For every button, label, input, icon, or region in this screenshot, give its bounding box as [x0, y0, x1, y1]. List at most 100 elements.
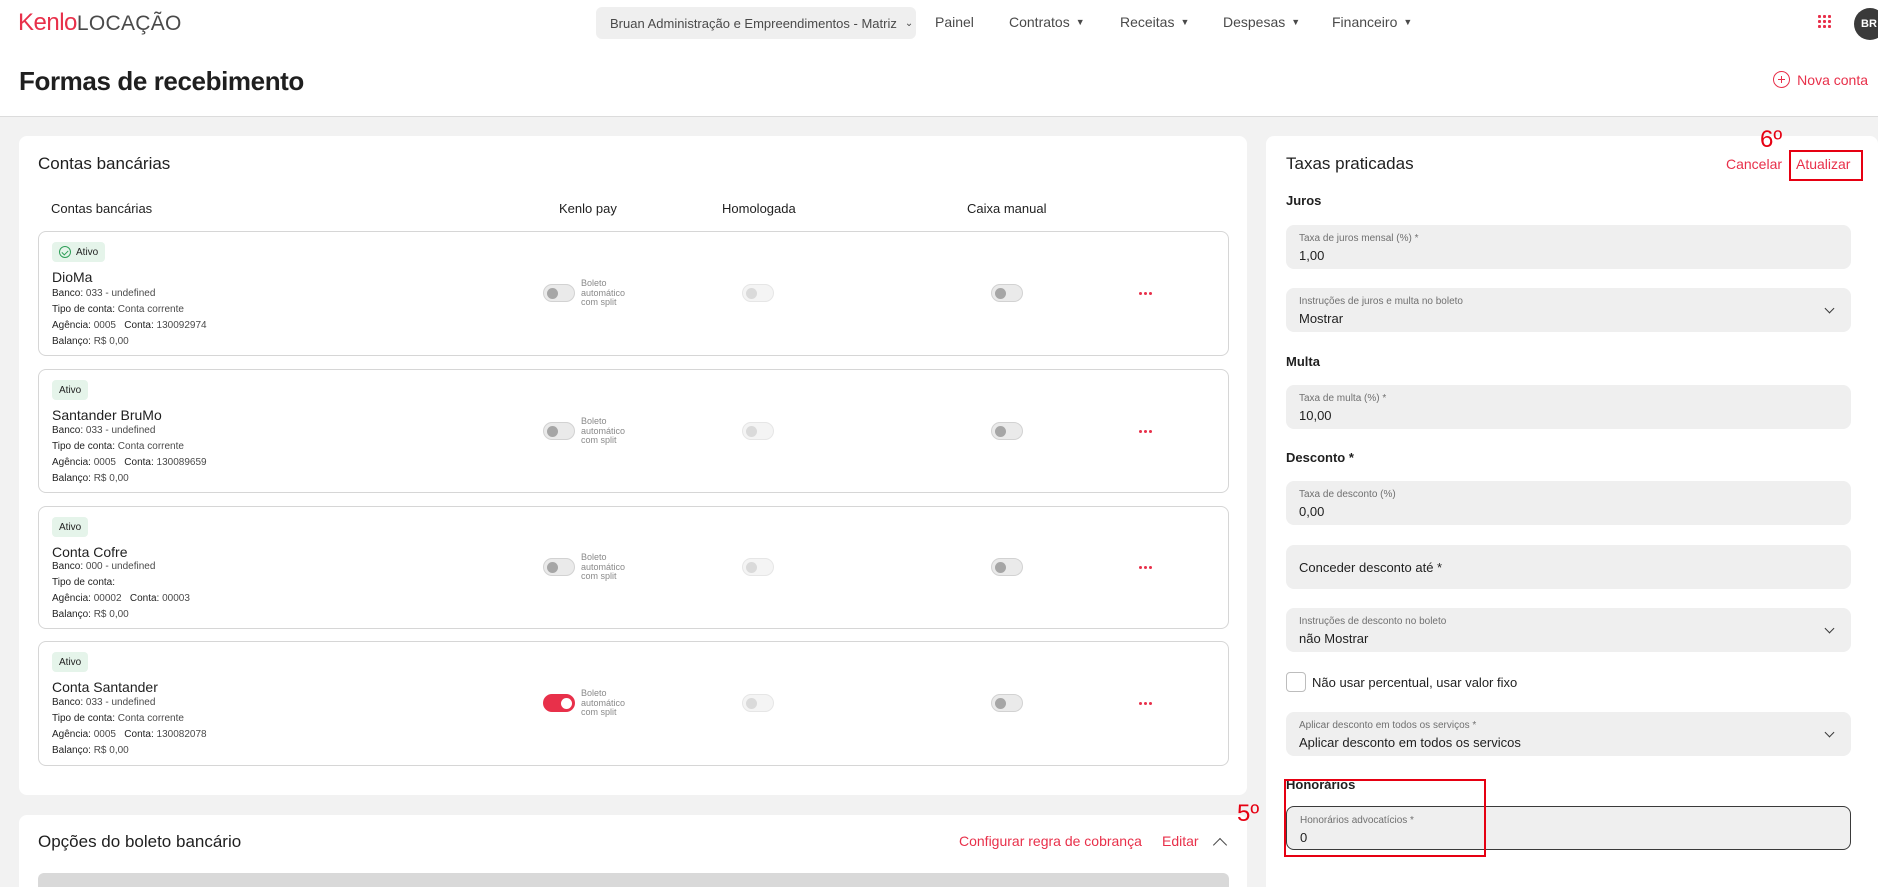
nav-contratos[interactable]: Contratos ▼	[1009, 14, 1085, 30]
kenlo-logo[interactable]: KenloLOCAÇÃO	[18, 9, 182, 37]
field-value: 10,00	[1299, 408, 1332, 423]
section-desconto: Desconto *	[1286, 450, 1354, 465]
new-account-label: Nova conta	[1797, 71, 1868, 88]
bank-accounts-card: Contas bancárias Contas bancárias Kenlo …	[19, 136, 1247, 795]
page-header: Formas de recebimento Nova conta	[0, 45, 1878, 117]
logo-product: LOCAÇÃO	[76, 12, 182, 35]
account-row: Ativo Conta Cofre Banco: 000 - undefined…	[38, 506, 1229, 629]
caixa-manual-toggle[interactable]	[991, 694, 1023, 712]
more-options-icon[interactable]	[1139, 566, 1152, 569]
kenlo-pay-label: Boleto automático com split	[581, 278, 626, 307]
card-title: Contas bancárias	[38, 154, 171, 173]
field-value: Aplicar desconto em todos os servicos	[1299, 735, 1521, 750]
more-options-icon[interactable]	[1139, 292, 1152, 295]
bank-line: Banco: 000 - undefined	[52, 561, 156, 572]
rates-card: Taxas praticadas Cancelar Atualizar Juro…	[1266, 136, 1878, 887]
kenlo-pay-label: Boleto automático com split	[581, 688, 626, 717]
account-row: Ativo DioMa Banco: 033 - undefined Tipo …	[38, 231, 1229, 356]
interest-instructions-select[interactable]: Instruções de juros e multa no boleto Mo…	[1286, 288, 1851, 332]
kenlo-pay-toggle[interactable]	[543, 558, 575, 576]
edit-link[interactable]: Editar	[1162, 833, 1199, 849]
kenlo-pay-toggle[interactable]	[543, 694, 575, 712]
chevron-down-icon: ▼	[1180, 17, 1190, 27]
balance-line: Balanço: R$ 0,00	[52, 473, 129, 484]
discount-until-field[interactable]: Conceder desconto até *	[1286, 545, 1851, 589]
caixa-manual-toggle[interactable]	[991, 422, 1023, 440]
organization-name: Bruan Administração e Empreendimentos - …	[610, 15, 897, 31]
chevron-down-icon: ▼	[1075, 17, 1085, 27]
kenlo-pay-toggle[interactable]	[543, 284, 575, 302]
field-label: Taxa de juros mensal (%) *	[1299, 233, 1419, 244]
balance-line: Balanço: R$ 0,00	[52, 609, 129, 620]
interest-rate-field[interactable]: Taxa de juros mensal (%) * 1,00	[1286, 225, 1851, 269]
homologada-toggle	[742, 694, 774, 712]
kenlo-pay-label: Boleto automático com split	[581, 552, 626, 581]
balance-line: Balanço: R$ 0,00	[52, 745, 129, 756]
bank-line: Banco: 033 - undefined	[52, 288, 156, 299]
status-text: Ativo	[59, 384, 82, 396]
status-badge: Ativo	[52, 380, 89, 400]
bank-line: Banco: 033 - undefined	[52, 697, 156, 708]
account-name: Conta Santander	[52, 679, 158, 695]
field-label: Taxa de multa (%) *	[1299, 393, 1387, 404]
column-header-homologada: Homologada	[722, 201, 796, 216]
field-value: não Mostrar	[1299, 631, 1369, 646]
annotation-step-6: 6º	[1760, 126, 1783, 153]
chevron-down-icon	[1824, 623, 1835, 634]
caixa-manual-toggle[interactable]	[991, 558, 1023, 576]
column-header-accounts: Contas bancárias	[51, 201, 153, 216]
field-label: Aplicar desconto em todos os serviços *	[1299, 720, 1477, 731]
cancel-button[interactable]: Cancelar	[1726, 156, 1782, 172]
nav-label: Despesas	[1223, 14, 1286, 30]
chevron-down-icon	[1824, 303, 1835, 314]
page-title: Formas de recebimento	[19, 66, 304, 96]
chevron-up-icon[interactable]	[1212, 837, 1228, 853]
top-navbar: KenloLOCAÇÃO Bruan Administração e Empre…	[0, 0, 1878, 45]
nav-label: Painel	[935, 14, 974, 30]
configure-billing-rule-link[interactable]: Configurar regra de cobrança	[959, 833, 1142, 849]
nav-painel[interactable]: Painel	[935, 14, 974, 30]
kenlo-pay-toggle[interactable]	[543, 422, 575, 440]
more-options-icon[interactable]	[1139, 430, 1152, 433]
annotation-box-legal-fees	[1284, 779, 1486, 857]
avatar[interactable]: BR	[1854, 8, 1878, 40]
homologada-toggle	[742, 284, 774, 302]
annotation-step-5: 5º	[1237, 800, 1260, 827]
account-name: Conta Cofre	[52, 544, 128, 560]
apply-discount-select[interactable]: Aplicar desconto em todos os serviços * …	[1286, 712, 1851, 756]
agency-line: Agência: 0005 Conta: 130092974	[52, 320, 207, 331]
status-text: Ativo	[59, 656, 82, 668]
plus-circle-icon	[1773, 71, 1791, 88]
check-circle-icon	[59, 246, 71, 258]
type-line: Tipo de conta:	[52, 577, 116, 588]
nav-receitas[interactable]: Receitas ▼	[1120, 14, 1189, 30]
type-line: Tipo de conta: Conta corrente	[52, 713, 184, 724]
account-row: Ativo Conta Santander Banco: 033 - undef…	[38, 641, 1229, 766]
field-label: Taxa de desconto (%)	[1299, 489, 1396, 500]
fixed-value-checkbox[interactable]	[1286, 672, 1306, 692]
agency-line: Agência: 0005 Conta: 130082078	[52, 729, 207, 740]
boleto-content-placeholder	[38, 873, 1229, 887]
new-account-button[interactable]: Nova conta	[1773, 71, 1868, 88]
nav-despesas[interactable]: Despesas ▼	[1223, 14, 1300, 30]
nav-label: Financeiro	[1332, 14, 1398, 30]
caixa-manual-toggle[interactable]	[991, 284, 1023, 302]
agency-line: Agência: 00002 Conta: 00003	[52, 593, 190, 604]
account-row: Ativo Santander BruMo Banco: 033 - undef…	[38, 369, 1229, 493]
nav-label: Receitas	[1120, 14, 1175, 30]
homologada-toggle	[742, 558, 774, 576]
card-title: Opções do boleto bancário	[38, 832, 242, 851]
discount-rate-field[interactable]: Taxa de desconto (%) 0,00	[1286, 481, 1851, 525]
field-value: Mostrar	[1299, 311, 1344, 326]
apps-grid-icon[interactable]	[1818, 15, 1832, 29]
more-options-icon[interactable]	[1139, 702, 1152, 705]
organization-select[interactable]: Bruan Administração e Empreendimentos - …	[596, 7, 916, 39]
agency-line: Agência: 0005 Conta: 130089659	[52, 457, 207, 468]
field-label: Instruções de desconto no boleto	[1299, 616, 1447, 627]
nav-financeiro[interactable]: Financeiro ▼	[1332, 14, 1412, 30]
field-label: Instruções de juros e multa no boleto	[1299, 296, 1463, 307]
card-title: Taxas praticadas	[1286, 154, 1414, 173]
discount-instructions-select[interactable]: Instruções de desconto no boleto não Mos…	[1286, 608, 1851, 652]
nav-label: Contratos	[1009, 14, 1070, 30]
fine-rate-field[interactable]: Taxa de multa (%) * 10,00	[1286, 385, 1851, 429]
